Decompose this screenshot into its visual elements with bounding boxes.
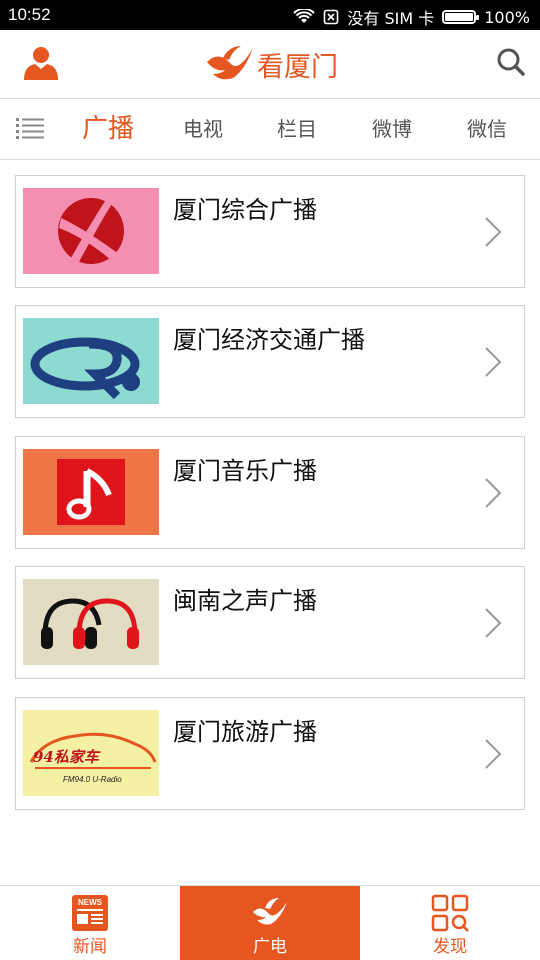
battery-text: 100% (484, 7, 530, 27)
nav-label: 广电 (253, 937, 287, 957)
chevron-right-icon (485, 739, 502, 769)
station-name: 厦门经济交通广播 (173, 326, 365, 354)
no-sim-icon (324, 9, 339, 25)
nav-news[interactable]: NEWS 新闻 (0, 886, 180, 960)
tab-weibo[interactable]: 微博 (357, 99, 427, 159)
station-thumbnail: 94私家车 FM94.0 U-Radio (23, 710, 159, 796)
battery-level (445, 13, 474, 21)
chevron-right-icon (485, 347, 502, 377)
status-time: 10:52 (8, 5, 51, 24)
station-thumbnail (23, 188, 159, 274)
station-thumbnail (23, 449, 159, 535)
battery-icon (442, 10, 480, 24)
station-thumbnail (23, 318, 159, 404)
brand: 看厦门 (205, 44, 338, 84)
list-item[interactable]: 闽南之声广播 (15, 566, 525, 679)
chevron-right-icon (485, 217, 502, 247)
nav-label: 发现 (433, 937, 467, 957)
station-name: 厦门综合广播 (173, 196, 317, 224)
list-item[interactable]: 94私家车 FM94.0 U-Radio 厦门旅游广播 (15, 697, 525, 810)
app-title: 看厦门 (257, 51, 338, 83)
wifi-icon (293, 9, 316, 23)
tab-wechat[interactable]: 微信 (452, 99, 522, 159)
station-name: 厦门旅游广播 (173, 718, 317, 746)
station-name: 厦门音乐广播 (173, 457, 317, 485)
app-header: 看厦门 (0, 30, 540, 98)
search-icon[interactable] (496, 47, 526, 77)
sim-status-text: 没有 SIM 卡 (347, 9, 435, 28)
xmrs-logo-icon (58, 198, 124, 264)
tabs-bar: 广播 电视 栏目 微博 微信 (0, 98, 540, 160)
headphones-logo-icon (41, 598, 139, 649)
news-icon: NEWS (72, 895, 108, 931)
user-icon[interactable] (22, 44, 60, 82)
tab-broadcast[interactable]: 广播 (72, 99, 144, 159)
nav-broadcast[interactable]: 广电 (180, 886, 360, 960)
list-item[interactable]: 厦门经济交通广播 (15, 305, 525, 418)
bottom-nav: NEWS 新闻 广电 发现 (0, 885, 540, 960)
economic-traffic-logo-icon (30, 337, 140, 400)
logo-text-main: 94私家车 (33, 748, 101, 766)
tab-programs[interactable]: 栏目 (262, 99, 332, 159)
private-car-logo-icon: 94私家车 FM94.0 U-Radio (29, 732, 157, 784)
list-item[interactable]: 厦门综合广播 (15, 175, 525, 288)
discover-grid-icon (431, 894, 469, 932)
menu-list-icon[interactable] (16, 117, 44, 139)
chevron-right-icon (485, 478, 502, 508)
brand-logo-icon (207, 46, 253, 80)
chevron-right-icon (485, 608, 502, 638)
status-indicators: 没有 SIM 卡 100% (293, 5, 530, 29)
logo-text-sub: FM94.0 U-Radio (63, 775, 122, 784)
tab-tv[interactable]: 电视 (168, 99, 238, 159)
list-item[interactable]: 厦门音乐广播 (15, 436, 525, 549)
music-note-logo-icon (57, 459, 125, 525)
station-name: 闽南之声广播 (173, 587, 317, 615)
station-thumbnail (23, 579, 159, 665)
news-icon-text: NEWS (78, 898, 103, 907)
broadcast-icon (253, 898, 287, 925)
status-bar: 10:52 没有 SIM 卡 100% (0, 0, 540, 30)
nav-discover[interactable]: 发现 (360, 886, 540, 960)
nav-label: 新闻 (73, 937, 107, 957)
